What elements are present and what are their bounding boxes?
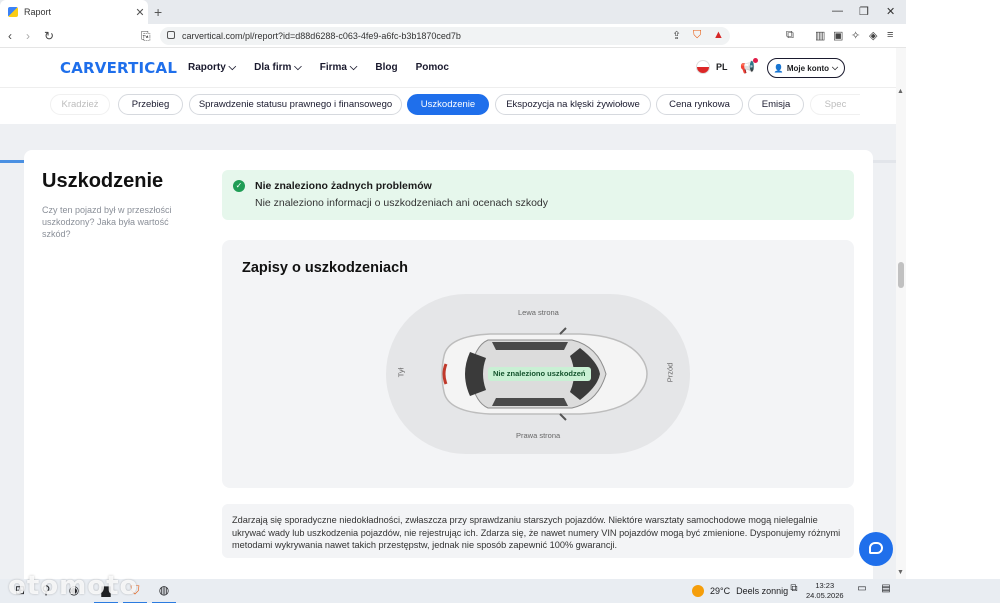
- menu-icon[interactable]: ≡: [887, 29, 893, 41]
- notification-tray-icon[interactable]: ▤: [878, 583, 894, 599]
- maximize-icon[interactable]: ❐: [859, 5, 869, 18]
- nav-pomoc[interactable]: Pomoc: [416, 62, 449, 73]
- extensions-icon[interactable]: ⧉: [786, 29, 794, 42]
- app-taskbar-icon[interactable]: ◍: [152, 583, 176, 603]
- taskbar-clock[interactable]: 13:23 24.05.2026: [806, 581, 844, 601]
- damage-records-panel: Zapisy o uszkodzeniach Lewa strona Prawa…: [222, 240, 854, 488]
- weather-temp: 29°C: [710, 586, 731, 596]
- language-selector[interactable]: PL: [696, 60, 728, 74]
- chip-przebieg[interactable]: Przebieg: [118, 94, 183, 115]
- records-title: Zapisy o uszkodzeniach: [242, 260, 408, 276]
- no-damage-badge: Nie znaleziono uszkodzeń: [488, 367, 591, 381]
- chip-cena-rynkowa[interactable]: Cena rynkowa: [656, 94, 743, 115]
- url-text: carvertical.com/pl/report?id=d88d6288-c0…: [182, 31, 461, 41]
- damage-section-card: Uszkodzenie Czy ten pojazd był w przeszł…: [24, 150, 873, 579]
- left-side-label: Lewa strona: [518, 308, 559, 317]
- front-label: Przód: [665, 362, 675, 383]
- vpn-icon[interactable]: ◈: [869, 29, 877, 42]
- minimize-icon[interactable]: —: [832, 5, 843, 17]
- back-label: Tył: [396, 367, 406, 378]
- chip-kradziez[interactable]: Kradzież: [50, 94, 110, 115]
- notifications-icon[interactable]: 📢: [740, 58, 758, 74]
- new-tab-icon[interactable]: +: [154, 4, 162, 20]
- weather-desc: Deels zonnig: [736, 586, 789, 596]
- share-icon[interactable]: ⇪: [672, 29, 681, 42]
- alert-title: Nie znaleziono żadnych problemów: [255, 180, 432, 192]
- alert-text: Nie znaleziono informacji o uszkodzeniac…: [255, 197, 548, 209]
- user-icon: 👤: [773, 63, 784, 73]
- scroll-down-icon[interactable]: ▼: [897, 569, 904, 576]
- nav-dla-firm[interactable]: Dla firm ⌵: [254, 62, 302, 73]
- wallet-icon[interactable]: ▣: [833, 29, 843, 42]
- account-label: Moje konto: [786, 63, 830, 73]
- carvertical-logo[interactable]: CARVERTICAL: [60, 59, 177, 77]
- otomoto-watermark: otomoto: [8, 571, 139, 601]
- window-close-icon[interactable]: ✕: [886, 5, 895, 18]
- warning-extension-icon[interactable]: ▲: [713, 29, 724, 41]
- chat-bubble-icon: [869, 542, 883, 554]
- bookmark-icon[interactable]: ⎘: [141, 29, 151, 44]
- sidebar-icon[interactable]: ▥: [815, 29, 825, 42]
- clipboard-tray-icon[interactable]: ⧉: [786, 583, 802, 599]
- url-field[interactable]: carvertical.com/pl/report?id=d88d6288-c0…: [160, 27, 730, 45]
- section-subtitle: Czy ten pojazd był w przeszłości uszkodz…: [42, 205, 172, 239]
- browser-addressbar: ‹ › ↻ ⎘ carvertical.com/pl/report?id=d88…: [0, 24, 906, 48]
- weather-sun-icon: [692, 585, 704, 597]
- account-button[interactable]: 👤 Moje konto ⌵: [767, 58, 845, 78]
- nav-firma[interactable]: Firma ⌵: [320, 62, 358, 73]
- weather-widget[interactable]: 29°C Deels zonnig: [692, 585, 788, 597]
- scrollbar-thumb[interactable]: [898, 262, 904, 288]
- clock-time: 13:23: [815, 581, 835, 590]
- right-side-label: Prawa strona: [516, 431, 561, 440]
- poland-flag-icon: [696, 60, 710, 74]
- back-icon[interactable]: ‹: [8, 29, 12, 43]
- clock-date: 24.05.2026: [806, 591, 844, 600]
- no-problems-alert: ✓ Nie znaleziono żadnych problemów Nie z…: [222, 170, 854, 220]
- shield-extension-icon[interactable]: ⛉: [693, 29, 701, 42]
- tab-favicon-icon: [8, 7, 18, 17]
- reload-icon[interactable]: ↻: [44, 29, 54, 43]
- ai-icon[interactable]: ✧: [851, 29, 860, 42]
- site-header: CARVERTICAL Raporty ⌵ Dla firm ⌵ Firma ⌵…: [0, 48, 896, 88]
- chevron-down-icon: ⌵: [832, 63, 839, 72]
- tab-title: Raport: [24, 7, 52, 17]
- browser-tabbar: Raport ✕ + — ❐ ✕: [0, 0, 906, 24]
- chip-uszkodzenie[interactable]: Uszkodzenie: [407, 94, 489, 115]
- section-title: Uszkodzenie: [42, 170, 164, 192]
- main-nav: Raporty ⌵ Dla firm ⌵ Firma ⌵ Blog Pomoc: [188, 62, 467, 73]
- windows-taskbar: ⊞ ⚲ ◉ ▆ ⛉ ◍ 29°C Deels zonnig ⧉ 13:23 24…: [0, 579, 1000, 603]
- scroll-up-icon[interactable]: ▲: [897, 88, 904, 95]
- forward-icon[interactable]: ›: [26, 29, 30, 43]
- tab-close-icon[interactable]: ✕: [132, 6, 148, 19]
- page-viewport: CARVERTICAL Raporty ⌵ Dla firm ⌵ Firma ⌵…: [0, 48, 896, 579]
- check-circle-icon: ✓: [233, 180, 245, 192]
- chip-emisja[interactable]: Emisja: [748, 94, 804, 115]
- page-scrollbar[interactable]: ▲ ▼: [896, 48, 906, 579]
- nav-raporty[interactable]: Raporty ⌵: [188, 62, 236, 73]
- nav-blog[interactable]: Blog: [375, 62, 397, 73]
- disclaimer-note: Zdarzają się sporadyczne niedokładności,…: [222, 504, 854, 558]
- chat-tray-icon[interactable]: ▭: [854, 583, 870, 599]
- chip-kleski-zywiolowe[interactable]: Ekspozycja na klęski żywiołowe: [495, 94, 651, 115]
- browser-tab[interactable]: Raport ✕: [0, 0, 148, 24]
- notification-dot: [752, 58, 758, 63]
- language-code: PL: [716, 62, 728, 72]
- chip-status-prawny[interactable]: Sprawdzenie statusu prawnego i finansowe…: [189, 94, 402, 115]
- chip-spec[interactable]: Spec: [810, 94, 860, 115]
- section-chips-bar: Kradzież Przebieg Sprawdzenie statusu pr…: [0, 88, 896, 163]
- site-info-icon[interactable]: [167, 31, 175, 39]
- chat-button[interactable]: [859, 532, 893, 566]
